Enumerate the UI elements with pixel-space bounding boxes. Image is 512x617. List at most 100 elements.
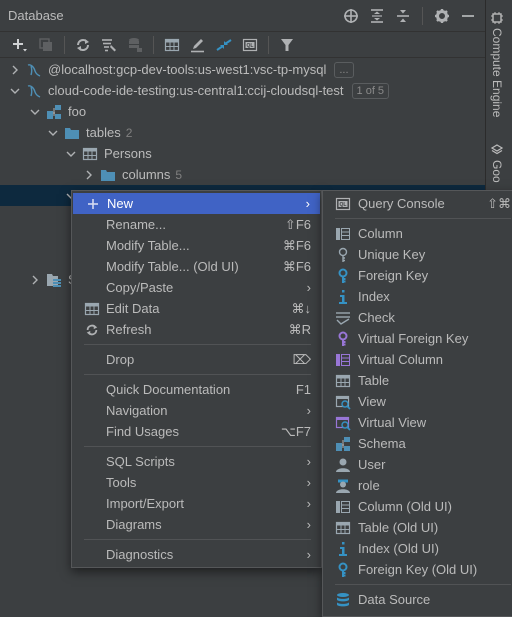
submenu-arrow-icon: › xyxy=(306,475,311,490)
title-bar: Database xyxy=(0,0,485,32)
tree-node-label: Persons xyxy=(104,146,152,161)
submenu-item-unique-key[interactable]: Unique Key xyxy=(323,244,512,265)
chevron-down-icon[interactable] xyxy=(28,105,42,119)
chevron-down-icon[interactable] xyxy=(64,147,78,161)
gear-icon[interactable] xyxy=(431,5,453,27)
virtual-view-icon xyxy=(335,415,351,431)
locate-icon[interactable] xyxy=(340,5,362,27)
submenu-item-table-old-ui[interactable]: Table (Old UI) xyxy=(323,517,512,538)
sidebar-tab-compute-engine[interactable]: Compute Engine xyxy=(490,12,504,117)
tree-node-table-persons[interactable]: Persons xyxy=(0,143,485,164)
submenu-item-foreign-key-old-ui[interactable]: Foreign Key (Old UI) xyxy=(323,559,512,580)
minimize-icon[interactable] xyxy=(457,5,479,27)
submenu-item-query-console[interactable]: QL Query Console ⇧⌘ xyxy=(323,193,512,214)
refresh-icon[interactable] xyxy=(71,34,95,56)
chevron-down-icon[interactable] xyxy=(46,126,60,140)
tree-node-label: columns xyxy=(122,167,171,182)
menu-item-tools[interactable]: Tools › xyxy=(72,472,321,493)
foreign-key-icon xyxy=(335,268,351,284)
virtual-foreign-key-icon xyxy=(335,331,351,347)
table-icon xyxy=(335,373,351,389)
menu-item-modify-table-old-ui[interactable]: Modify Table... (Old UI) ⌘F6 xyxy=(72,256,321,277)
node-count: 2 xyxy=(125,125,133,140)
database-tools-icon[interactable] xyxy=(97,34,121,56)
table-view-icon[interactable] xyxy=(160,34,184,56)
menu-item-edit-data[interactable]: Edit Data ⌘↓ xyxy=(72,298,321,319)
tree-node-tables[interactable]: tables 2 xyxy=(0,122,485,143)
menu-item-new[interactable]: New › xyxy=(73,193,320,214)
context-menu: New › Rename... ⇧F6 Modify Table... ⌘F6 … xyxy=(71,190,322,568)
submenu-item-check[interactable]: Check xyxy=(323,307,512,328)
table-icon xyxy=(335,520,351,536)
chevron-right-icon[interactable] xyxy=(82,168,96,182)
submenu-item-user[interactable]: User xyxy=(323,454,512,475)
submenu-item-index[interactable]: Index xyxy=(323,286,512,307)
submenu-item-index-old-ui[interactable]: Index (Old UI) xyxy=(323,538,512,559)
submenu-item-table[interactable]: Table xyxy=(323,370,512,391)
separator xyxy=(268,35,269,54)
submenu-arrow-icon: › xyxy=(306,517,311,532)
menu-item-navigation[interactable]: Navigation › xyxy=(72,400,321,421)
sidebar-tab-google[interactable]: Goo xyxy=(490,144,504,183)
filter-icon[interactable] xyxy=(275,34,299,56)
sidebar-tab-label: Compute Engine xyxy=(490,28,504,118)
menu-item-quick-documentation[interactable]: Quick Documentation F1 xyxy=(72,379,321,400)
plus-icon xyxy=(85,196,101,212)
menu-item-refresh[interactable]: Refresh ⌘R xyxy=(72,319,321,340)
chevron-right-icon[interactable] xyxy=(8,63,22,77)
toolbar: QL xyxy=(0,32,485,58)
check-icon xyxy=(335,310,351,326)
index-icon xyxy=(335,289,351,305)
submenu-item-column-old-ui[interactable]: Column (Old UI) xyxy=(323,496,512,517)
folder-icon xyxy=(100,167,116,183)
separator xyxy=(422,6,423,25)
submenu-item-virtual-column[interactable]: Virtual Column xyxy=(323,349,512,370)
menu-item-import-export[interactable]: Import/Export › xyxy=(72,493,321,514)
submenu-item-role[interactable]: role xyxy=(323,475,512,496)
role-icon xyxy=(335,478,351,494)
submenu-item-view[interactable]: View xyxy=(323,391,512,412)
menu-item-diagrams[interactable]: Diagrams › xyxy=(72,514,321,535)
tree-node-datasource-cloudsql[interactable]: cloud-code-ide-testing:us-central1:ccij-… xyxy=(0,80,485,101)
schema-disabled-icon[interactable] xyxy=(123,34,147,56)
submenu-arrow-icon: › xyxy=(306,280,311,295)
menu-item-copy-paste[interactable]: Copy/Paste › xyxy=(72,277,321,298)
menu-item-find-usages[interactable]: Find Usages ⌥F7 xyxy=(72,421,321,442)
schema-icon xyxy=(46,104,62,120)
menu-item-drop[interactable]: Drop ⌦ xyxy=(72,349,321,370)
submenu-item-virtual-foreign-key[interactable]: Virtual Foreign Key xyxy=(323,328,512,349)
menu-item-sql-scripts[interactable]: SQL Scripts › xyxy=(72,451,321,472)
mysql-datasource-icon xyxy=(26,62,42,78)
submenu-item-schema[interactable]: Schema xyxy=(323,433,512,454)
chevron-right-icon[interactable] xyxy=(28,273,42,287)
expand-all-icon[interactable] xyxy=(366,5,388,27)
column-icon xyxy=(335,499,351,515)
tree-node-datasource-localhost[interactable]: @localhost:gcp-dev-tools:us-west1:vsc-tp… xyxy=(0,59,485,80)
separator xyxy=(153,35,154,54)
menu-separator xyxy=(335,584,511,585)
server-folder-icon xyxy=(46,272,62,288)
menu-item-rename[interactable]: Rename... ⇧F6 xyxy=(72,214,321,235)
collapse-all-icon[interactable] xyxy=(392,5,414,27)
query-console-icon[interactable]: QL xyxy=(238,34,262,56)
sidebar-tab-label: Goo xyxy=(490,160,504,183)
jump-to-source-icon[interactable] xyxy=(212,34,236,56)
submenu-item-virtual-view[interactable]: Virtual View xyxy=(323,412,512,433)
menu-item-diagnostics[interactable]: Diagnostics › xyxy=(72,544,321,565)
shortcut: ⌘F6 xyxy=(282,258,311,274)
menu-item-modify-table[interactable]: Modify Table... ⌘F6 xyxy=(72,235,321,256)
tree-node-columns[interactable]: columns 5 xyxy=(0,164,485,185)
edit-icon[interactable] xyxy=(186,34,210,56)
add-icon[interactable] xyxy=(8,34,32,56)
tree-node-label: foo xyxy=(68,104,87,119)
table-icon xyxy=(82,146,98,162)
submenu-item-column[interactable]: Column xyxy=(323,223,512,244)
foreign-key-icon xyxy=(335,562,351,578)
tree-node-schema-foo[interactable]: foo xyxy=(0,101,485,122)
shortcut: F1 xyxy=(295,382,311,397)
duplicate-icon[interactable] xyxy=(34,34,58,56)
submenu-item-foreign-key[interactable]: Foreign Key xyxy=(323,265,512,286)
chevron-down-icon[interactable] xyxy=(8,84,22,98)
submenu-item-data-source[interactable]: Data Source xyxy=(323,589,512,610)
node-badge[interactable]: ... xyxy=(334,61,354,78)
